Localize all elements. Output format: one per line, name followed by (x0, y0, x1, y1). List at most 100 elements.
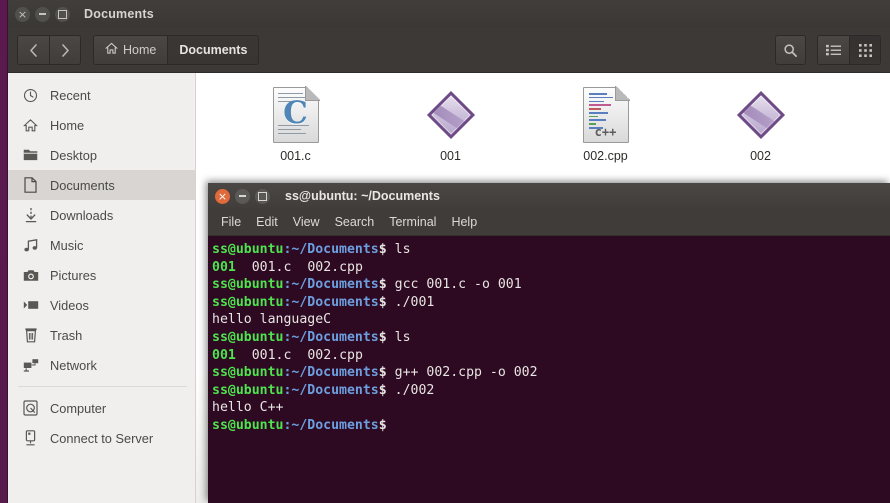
breadcrumb-documents[interactable]: Documents (167, 36, 259, 64)
close-icon[interactable] (15, 6, 30, 22)
sidebar-divider (18, 386, 187, 387)
breadcrumb-documents-label: Documents (179, 43, 248, 57)
menu-item-search[interactable]: Search (335, 215, 375, 229)
navigation-buttons (17, 35, 81, 65)
sidebar-label: Home (50, 117, 85, 133)
maximize-icon[interactable] (55, 6, 70, 22)
sidebar-item-trash[interactable]: Trash (8, 320, 195, 350)
sidebar-item-connect-to-server[interactable]: Connect to Server (8, 423, 195, 453)
terminal-line: ss@ubuntu:~/Documents$ gcc 001.c -o 001 (212, 277, 522, 293)
close-icon[interactable] (215, 188, 230, 204)
video-icon (22, 297, 39, 314)
terminal-line: ss@ubuntu:~/Documents$ (212, 417, 395, 433)
file-manager-titlebar: Documents (8, 0, 890, 28)
menu-item-file[interactable]: File (221, 215, 241, 229)
terminal-line: hello C++ (212, 400, 284, 416)
minimize-icon[interactable] (235, 188, 250, 204)
file-item-002-cpp[interactable]: c++ 002.cpp (528, 86, 683, 163)
terminal-screen[interactable]: ss@ubuntu:~/Documents$ ls 001 001.c 002.c… (208, 236, 890, 503)
menu-item-view[interactable]: View (293, 215, 320, 229)
camera-icon (22, 267, 39, 284)
breadcrumb-home-label: Home (123, 43, 157, 57)
sidebar-item-home[interactable]: Home (8, 110, 195, 140)
sidebar-label: Videos (50, 297, 89, 313)
terminal-title: ss@ubuntu: ~/Documents (285, 189, 440, 203)
menu-item-help[interactable]: Help (451, 215, 477, 229)
executable-file-icon (736, 87, 786, 143)
forward-button[interactable] (49, 36, 80, 64)
file-label: 002 (750, 149, 771, 163)
sidebar-label: Documents (50, 177, 115, 193)
sidebar-label: Music (50, 237, 84, 253)
sidebar-item-videos[interactable]: Videos (8, 290, 195, 320)
sidebar-item-desktop[interactable]: Desktop (8, 140, 195, 170)
file-item-002[interactable]: 002 (683, 87, 838, 163)
executable-file-icon (426, 87, 476, 143)
document-icon (22, 177, 39, 194)
sidebar-label: Desktop (50, 147, 97, 163)
desktop-background: Documents Home Documents (0, 0, 890, 503)
sidebar-item-computer[interactable]: Computer (8, 393, 195, 423)
c-source-file-icon: C (272, 86, 320, 143)
file-item-001[interactable]: 001 (373, 87, 528, 163)
file-manager-toolbar: Home Documents (8, 28, 890, 73)
sidebar-item-pictures[interactable]: Pictures (8, 260, 195, 290)
cpp-badge: c++ (594, 125, 617, 139)
list-view-icon (826, 44, 841, 56)
c-badge: C (283, 95, 308, 131)
terminal-line: 001 001.c 002.cpp (212, 347, 363, 363)
home-icon (105, 42, 118, 58)
clock-icon (22, 87, 39, 104)
sidebar-label: Downloads (50, 207, 114, 223)
terminal-line: ss@ubuntu:~/Documents$ ./002 (212, 382, 435, 398)
breadcrumb: Home Documents (93, 35, 260, 65)
back-button[interactable] (18, 36, 49, 64)
breadcrumb-home[interactable]: Home (94, 36, 168, 64)
file-label: 001 (440, 149, 461, 163)
menu-item-terminal[interactable]: Terminal (389, 215, 436, 229)
sidebar-item-documents[interactable]: Documents (8, 170, 195, 200)
file-label: 001.c (280, 149, 311, 163)
terminal-line: ss@ubuntu:~/Documents$ ls (212, 242, 411, 257)
window-controls (15, 6, 70, 22)
file-item-001-c[interactable]: C 001.c (218, 86, 373, 163)
sidebar: Recent Home Desktop Documents Downloads … (8, 73, 196, 503)
terminal-menubar: File Edit View Search Terminal Help (208, 209, 890, 236)
file-grid: C 001.c 001 c++ 002.cpp 002 (196, 73, 890, 163)
menu-item-edit[interactable]: Edit (256, 215, 278, 229)
music-note-icon (22, 237, 39, 254)
computer-disk-icon (22, 400, 39, 417)
minimize-icon[interactable] (35, 6, 50, 22)
terminal-line: ss@ubuntu:~/Documents$ g++ 002.cpp -o 00… (212, 365, 538, 381)
terminal-line: ss@ubuntu:~/Documents$ ls (212, 329, 411, 345)
maximize-icon[interactable] (255, 188, 270, 204)
terminal-window: ss@ubuntu: ~/Documents File Edit View Se… (208, 183, 890, 503)
sidebar-item-downloads[interactable]: Downloads (8, 200, 195, 230)
sidebar-item-recent[interactable]: Recent (8, 80, 195, 110)
terminal-line: hello languageC (212, 312, 332, 328)
sidebar-label: Recent (50, 87, 91, 103)
sidebar-label: Connect to Server (50, 430, 154, 446)
search-button[interactable] (775, 35, 806, 65)
sidebar-label: Pictures (50, 267, 97, 283)
view-mode-group (817, 35, 881, 65)
cpp-source-file-icon: c++ (582, 86, 630, 143)
sidebar-label: Trash (50, 327, 83, 343)
toolbar-right-group (775, 35, 881, 65)
grid-view-button[interactable] (849, 36, 880, 64)
file-label: 002.cpp (583, 149, 628, 163)
sidebar-label: Network (50, 357, 97, 373)
window-title: Documents (84, 7, 154, 21)
trash-icon (22, 327, 39, 344)
terminal-line: ss@ubuntu:~/Documents$ ./001 (212, 294, 435, 310)
sidebar-label: Computer (50, 400, 107, 416)
home-icon (22, 117, 39, 134)
server-icon (22, 430, 39, 447)
sidebar-item-music[interactable]: Music (8, 230, 195, 260)
terminal-titlebar: ss@ubuntu: ~/Documents (208, 183, 890, 209)
sidebar-item-network[interactable]: Network (8, 350, 195, 380)
grid-view-icon (858, 43, 872, 57)
list-view-button[interactable] (818, 36, 849, 64)
network-icon (22, 357, 39, 374)
terminal-line: 001 001.c 002.cpp (212, 259, 363, 275)
